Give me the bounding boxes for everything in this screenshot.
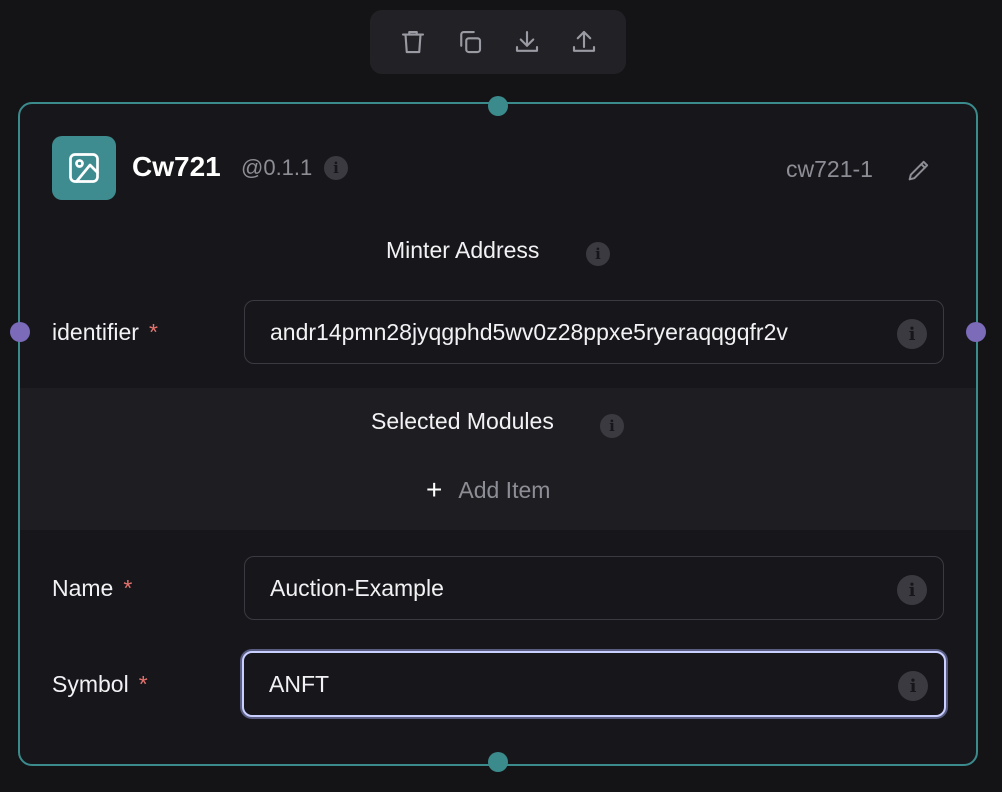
add-item-button[interactable]: + Add Item: [426, 476, 550, 504]
symbol-input[interactable]: ANFT i: [242, 651, 946, 717]
image-icon: [52, 136, 116, 200]
copy-icon[interactable]: [450, 22, 490, 62]
required-marker: *: [123, 575, 133, 601]
symbol-label: Symbol *: [52, 671, 148, 698]
minter-address-info-icon[interactable]: i: [586, 242, 610, 266]
name-input[interactable]: Auction-Example i: [244, 556, 944, 620]
node-id: cw721-1: [786, 156, 873, 182]
add-item-label: Add Item: [458, 476, 551, 503]
version-info-icon[interactable]: i: [324, 156, 348, 180]
identifier-value: andr14pmn28jyqgphd5wv0z28ppxe5ryeraqqgqf…: [270, 318, 788, 345]
symbol-value: ANFT: [269, 670, 330, 697]
symbol-info-icon[interactable]: i: [898, 671, 928, 701]
left-input-handle[interactable]: [10, 322, 30, 342]
pencil-icon[interactable]: [905, 156, 933, 184]
identifier-label-text: identifier: [52, 319, 139, 345]
node-toolbar: [370, 10, 626, 74]
upload-icon[interactable]: [564, 22, 604, 62]
name-info-icon[interactable]: i: [897, 575, 927, 605]
bottom-connection-handle[interactable]: [488, 752, 508, 772]
symbol-label-text: Symbol: [52, 671, 129, 697]
node-title: Cw721: [132, 151, 221, 182]
required-marker: *: [148, 319, 158, 345]
node-version: @0.1.1: [241, 155, 313, 180]
name-label-text: Name: [52, 575, 114, 601]
name-value: Auction-Example: [270, 574, 444, 601]
minter-address-title: Minter Address: [386, 237, 540, 263]
required-marker: *: [138, 671, 148, 697]
selected-modules-info-icon[interactable]: i: [600, 414, 624, 438]
name-label: Name *: [52, 575, 132, 602]
right-output-handle[interactable]: [966, 322, 986, 342]
identifier-info-icon[interactable]: i: [897, 319, 927, 349]
selected-modules-title: Selected Modules: [371, 408, 554, 434]
top-connection-handle[interactable]: [488, 96, 508, 116]
download-icon[interactable]: [507, 22, 547, 62]
plus-icon: +: [426, 474, 443, 505]
trash-icon[interactable]: [393, 22, 433, 62]
identifier-input[interactable]: andr14pmn28jyqgphd5wv0z28ppxe5ryeraqqgqf…: [244, 300, 944, 364]
identifier-label: identifier *: [52, 319, 158, 346]
